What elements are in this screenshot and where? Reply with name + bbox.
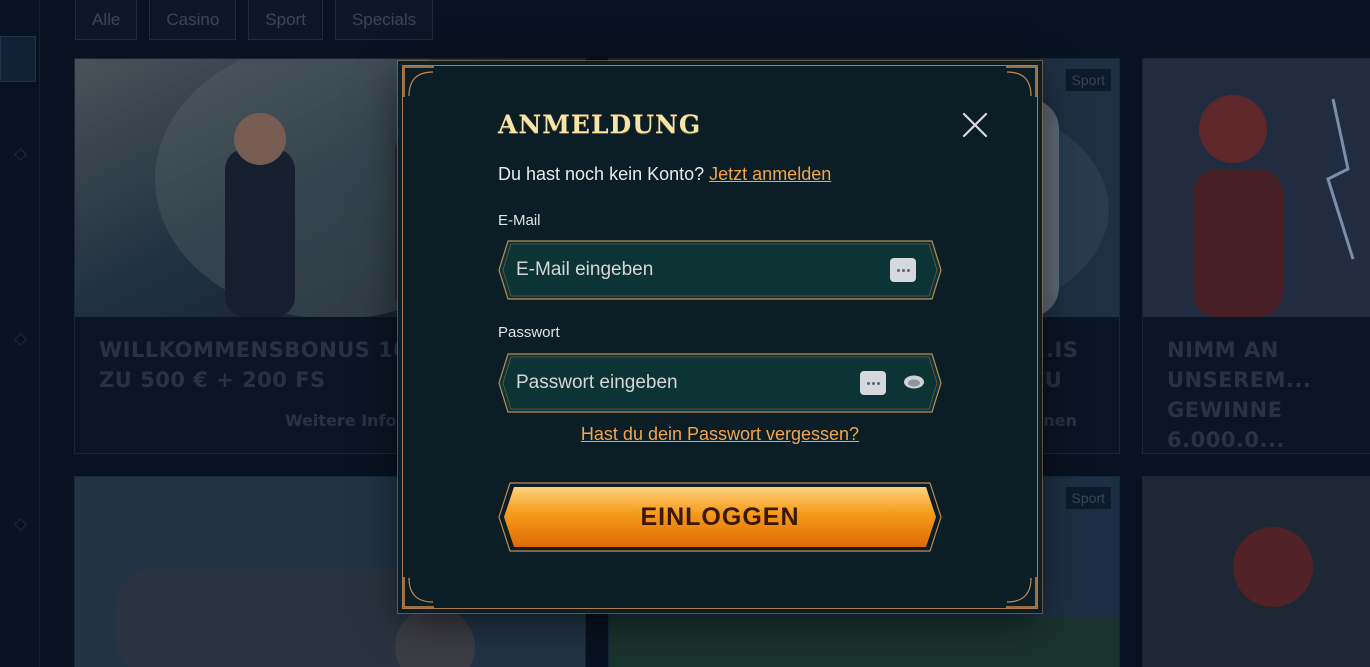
password-input[interactable]: [516, 361, 846, 405]
email-field[interactable]: [498, 240, 942, 300]
corner-ornament-icon: [1006, 577, 1037, 608]
password-field[interactable]: [498, 353, 942, 413]
autofill-key-icon[interactable]: [860, 371, 886, 395]
modal-title: ANMELDUNG: [498, 110, 702, 139]
password-label: Passwort: [498, 324, 560, 341]
login-modal: ANMELDUNG Du hast noch kein Konto? Jetzt…: [402, 65, 1038, 609]
corner-ornament-icon: [403, 577, 434, 608]
email-label: E-Mail: [498, 212, 541, 229]
login-button[interactable]: EINLOGGEN: [498, 482, 942, 552]
forgot-password-link[interactable]: Hast du dein Passwort vergessen?: [498, 424, 942, 445]
signup-link[interactable]: Jetzt anmelden: [709, 164, 831, 184]
signup-prompt-line: Du hast noch kein Konto? Jetzt anmelden: [498, 164, 831, 185]
corner-ornament-icon: [1006, 66, 1037, 97]
email-input[interactable]: [516, 248, 846, 292]
corner-ornament-icon: [403, 66, 434, 97]
eye-icon[interactable]: [903, 374, 925, 390]
login-button-label: EINLOGGEN: [640, 502, 800, 531]
signup-prompt-text: Du hast noch kein Konto?: [498, 164, 705, 184]
autofill-key-icon[interactable]: [890, 258, 916, 282]
close-icon[interactable]: [961, 111, 989, 139]
